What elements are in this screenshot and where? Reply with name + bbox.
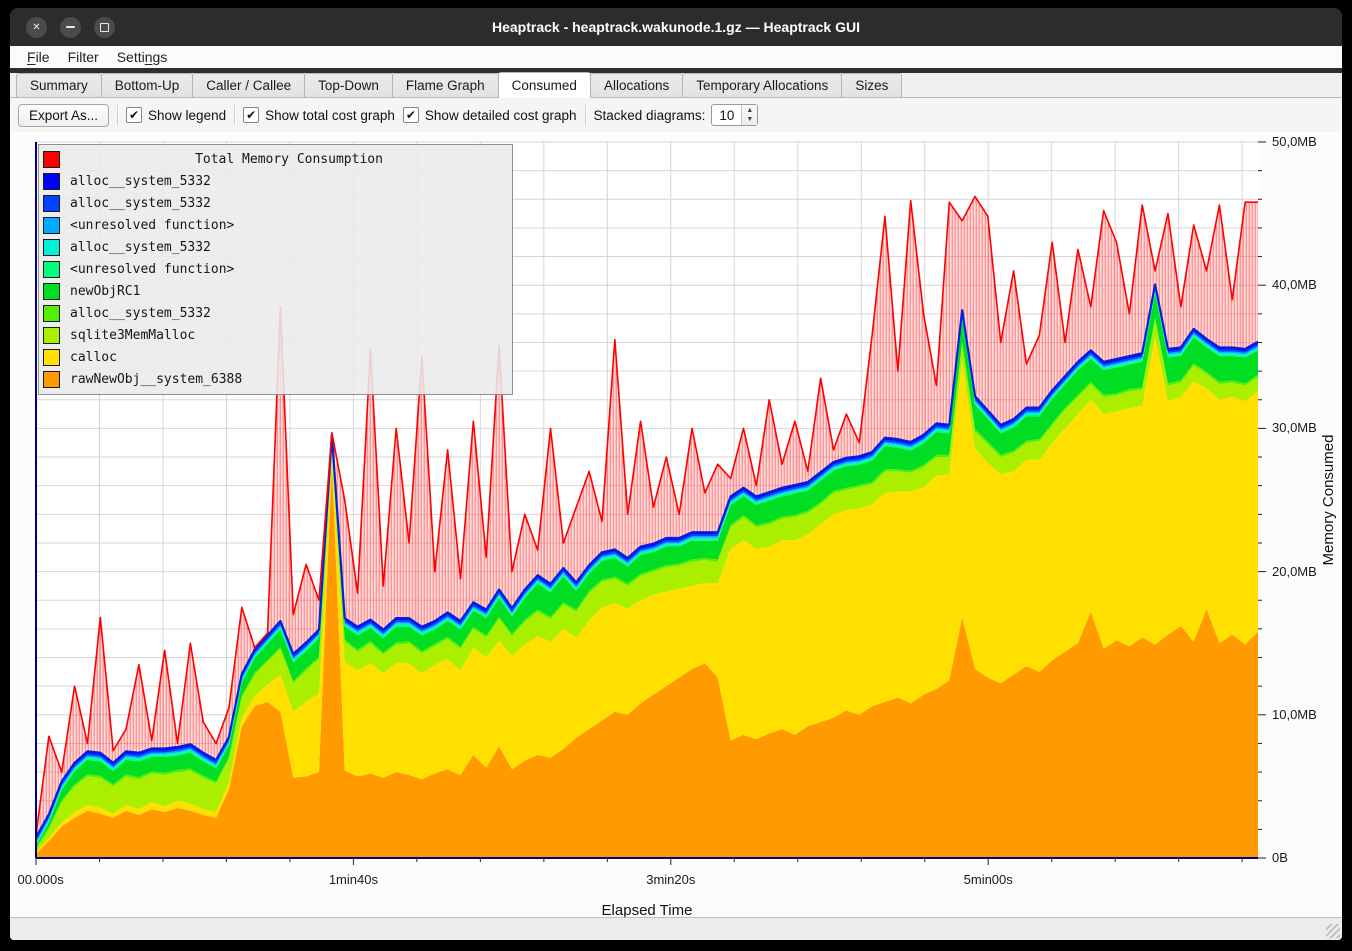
legend-swatch-icon bbox=[43, 261, 60, 278]
legend-item: rawNewObj__system_6388 bbox=[43, 368, 508, 390]
status-bar bbox=[10, 917, 1342, 940]
legend-item: sqlite3MemMalloc bbox=[43, 324, 508, 346]
export-as-button[interactable]: Export As... bbox=[18, 104, 109, 127]
legend-item: alloc__system_5332 bbox=[43, 302, 508, 324]
menu-bar: FileFilterSettings bbox=[10, 46, 1342, 68]
spinner-value: 10 bbox=[712, 105, 741, 125]
tab-consumed[interactable]: Consumed bbox=[498, 72, 591, 98]
close-button[interactable]: ✕ bbox=[26, 17, 47, 38]
title-bar: ✕ Heaptrack - heaptrack.wakunode.1.gz — … bbox=[10, 8, 1342, 46]
tab-allocations[interactable]: Allocations bbox=[590, 73, 683, 97]
legend-item: alloc__system_5332 bbox=[43, 170, 508, 192]
legend-label: rawNewObj__system_6388 bbox=[70, 372, 242, 387]
legend-label: alloc__system_5332 bbox=[70, 240, 211, 255]
legend-swatch-icon bbox=[43, 217, 60, 234]
checkbox-label: Show legend bbox=[148, 108, 226, 123]
checkbox-label: Show total cost graph bbox=[265, 108, 395, 123]
tab-caller-callee[interactable]: Caller / Callee bbox=[192, 73, 305, 97]
legend-swatch-icon bbox=[43, 349, 60, 366]
legend-item: <unresolved function> bbox=[43, 214, 508, 236]
checkbox-label: Show detailed cost graph bbox=[425, 108, 577, 123]
y-tick-label: 10,0MB bbox=[1272, 707, 1317, 722]
tab-summary[interactable]: Summary bbox=[16, 73, 102, 97]
window-controls: ✕ bbox=[26, 17, 115, 38]
toolbar-separator bbox=[585, 105, 586, 125]
x-tick-label: 3min20s bbox=[646, 872, 695, 887]
heaptrack-window: ✕ Heaptrack - heaptrack.wakunode.1.gz — … bbox=[10, 8, 1342, 940]
stacked-diagrams-group: Stacked diagrams: 10 ▲ ▼ bbox=[594, 104, 759, 126]
y-tick-label: 0B bbox=[1272, 850, 1288, 865]
legend-swatch-icon bbox=[43, 327, 60, 344]
legend-label: sqlite3MemMalloc bbox=[70, 328, 195, 343]
legend-label: <unresolved function> bbox=[70, 218, 234, 233]
legend-item: newObjRC1 bbox=[43, 280, 508, 302]
tab-top-down[interactable]: Top-Down bbox=[304, 73, 393, 97]
legend-label: <unresolved function> bbox=[70, 262, 234, 277]
legend-swatch-icon bbox=[43, 371, 60, 388]
maximize-button[interactable] bbox=[94, 17, 115, 38]
checkbox-box[interactable]: ✔ bbox=[243, 107, 259, 123]
legend-item: calloc bbox=[43, 346, 508, 368]
legend-label: alloc__system_5332 bbox=[70, 174, 211, 189]
x-tick-label: 00.000s bbox=[17, 872, 63, 887]
menu-item-file[interactable]: File bbox=[18, 48, 59, 66]
y-tick-label: 20,0MB bbox=[1272, 564, 1317, 579]
menu-item-settings[interactable]: Settings bbox=[108, 48, 177, 66]
y-axis-title: Memory Consumed bbox=[1320, 435, 1337, 566]
consumed-chart-area: Total Memory Consumption alloc__system_53… bbox=[10, 132, 1342, 917]
spinner-down-icon[interactable]: ▼ bbox=[742, 115, 757, 124]
window-title: Heaptrack - heaptrack.wakunode.1.gz — He… bbox=[10, 19, 1342, 35]
checkbox-box[interactable]: ✔ bbox=[403, 107, 419, 123]
x-tick-label: 5min00s bbox=[964, 872, 1013, 887]
minimize-button[interactable] bbox=[60, 17, 81, 38]
legend-item: alloc__system_5332 bbox=[43, 192, 508, 214]
checkbox-show-detailed-cost-graph[interactable]: ✔ Show detailed cost graph bbox=[403, 107, 577, 123]
checkbox-show-legend[interactable]: ✔ Show legend bbox=[126, 107, 226, 123]
tab-flame-graph[interactable]: Flame Graph bbox=[392, 73, 499, 97]
menu-item-filter[interactable]: Filter bbox=[59, 48, 108, 66]
legend-item: alloc__system_5332 bbox=[43, 236, 508, 258]
resize-grip[interactable] bbox=[1326, 924, 1340, 938]
y-tick-label: 50,0MB bbox=[1272, 134, 1317, 149]
minimize-icon bbox=[66, 26, 75, 28]
stacked-diagrams-label: Stacked diagrams: bbox=[594, 108, 706, 123]
checkbox-box[interactable]: ✔ bbox=[126, 107, 142, 123]
tab-bar: SummaryBottom-UpCaller / CalleeTop-DownF… bbox=[10, 73, 1342, 98]
legend-label: newObjRC1 bbox=[70, 284, 140, 299]
chart-legend: Total Memory Consumption alloc__system_53… bbox=[38, 144, 513, 395]
tab-temporary-allocations[interactable]: Temporary Allocations bbox=[682, 73, 842, 97]
y-tick-label: 30,0MB bbox=[1272, 420, 1317, 435]
legend-swatch-icon bbox=[43, 239, 60, 256]
tab-bottom-up[interactable]: Bottom-Up bbox=[101, 73, 194, 97]
stacked-diagrams-spinner[interactable]: 10 ▲ ▼ bbox=[711, 104, 758, 126]
legend-title-row: Total Memory Consumption bbox=[43, 148, 508, 170]
legend-swatch-icon bbox=[43, 173, 60, 190]
checkbox-show-total-cost-graph[interactable]: ✔ Show total cost graph bbox=[243, 107, 395, 123]
x-tick-label: 1min40s bbox=[329, 872, 378, 887]
tab-sizes[interactable]: Sizes bbox=[841, 73, 902, 97]
toolbar-separator bbox=[117, 105, 118, 125]
legend-swatch-icon bbox=[43, 283, 60, 300]
maximize-icon bbox=[100, 23, 109, 32]
toolbar: Export As... ✔ Show legend ✔ Show total cos… bbox=[10, 98, 1342, 132]
legend-label: alloc__system_5332 bbox=[70, 196, 211, 211]
legend-label: Total Memory Consumption bbox=[70, 152, 508, 167]
legend-swatch-icon bbox=[43, 305, 60, 322]
legend-swatch-icon bbox=[43, 151, 60, 168]
legend-item: <unresolved function> bbox=[43, 258, 508, 280]
y-tick-label: 40,0MB bbox=[1272, 277, 1317, 292]
legend-swatch-icon bbox=[43, 195, 60, 212]
spinner-up-icon[interactable]: ▲ bbox=[742, 106, 757, 115]
legend-label: alloc__system_5332 bbox=[70, 306, 211, 321]
toolbar-separator bbox=[234, 105, 235, 125]
legend-label: calloc bbox=[70, 350, 117, 365]
